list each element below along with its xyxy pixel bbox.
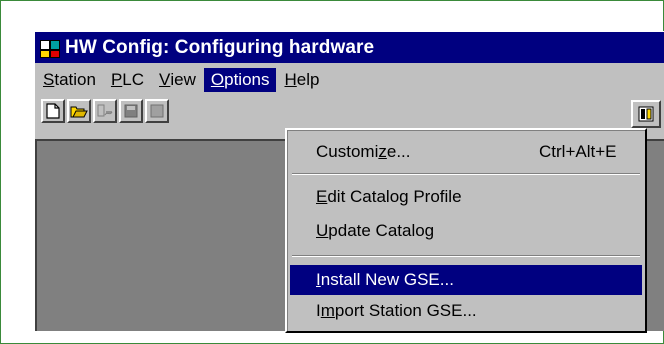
import-gse-label: port Station GSE... bbox=[334, 301, 477, 320]
update-catalog-label: pdate Catalog bbox=[328, 221, 435, 240]
accessible-nodes-button[interactable] bbox=[93, 99, 117, 123]
menu-bar: Station P LC View Options Help bbox=[35, 66, 664, 94]
customize-label-pre: Customi bbox=[316, 142, 379, 161]
hw-config-window: HW Config: Configuring hardware Station … bbox=[34, 31, 664, 333]
accessible-nodes-icon bbox=[97, 104, 113, 117]
menu-separator bbox=[292, 255, 640, 257]
menu-view-accel: V bbox=[159, 70, 171, 89]
save-icon bbox=[124, 104, 138, 118]
menu-view[interactable]: View bbox=[152, 68, 203, 92]
catalog-icon bbox=[638, 106, 654, 122]
customize-shortcut: Ctrl+Alt+E bbox=[539, 142, 617, 161]
window-title: HW Config: Configuring hardware bbox=[65, 36, 375, 58]
toolbar bbox=[39, 96, 659, 130]
menu-station-accel: S bbox=[43, 70, 55, 89]
menu-station[interactable]: Station bbox=[36, 68, 103, 92]
menu-help-label: elp bbox=[296, 70, 320, 89]
save-compile-button[interactable] bbox=[145, 99, 169, 123]
save-button[interactable] bbox=[119, 99, 143, 123]
menu-item-customize[interactable]: Customize... Ctrl+Alt+E bbox=[290, 137, 642, 167]
menu-view-label: iew bbox=[170, 70, 196, 89]
save-compile-icon bbox=[150, 104, 164, 118]
menu-item-install-new-gse[interactable]: Install New GSE... bbox=[290, 265, 642, 295]
menu-options[interactable]: Options bbox=[203, 68, 277, 92]
screenshot-frame: HW Config: Configuring hardware Station … bbox=[0, 0, 664, 344]
menu-plc-accel: P bbox=[110, 70, 123, 89]
menu-item-edit-catalog-profile[interactable]: Edit Catalog Profile bbox=[290, 182, 642, 212]
open-button[interactable] bbox=[67, 99, 91, 123]
customize-label-post: e... bbox=[386, 142, 411, 161]
menu-plc-label: LC bbox=[122, 70, 145, 89]
install-gse-label: nstall New GSE... bbox=[320, 270, 454, 289]
menu-help-accel: H bbox=[284, 70, 297, 89]
import-gse-accel: m bbox=[320, 301, 335, 320]
menu-separator bbox=[292, 173, 640, 175]
hw-config-app-icon bbox=[39, 37, 61, 59]
new-icon bbox=[46, 103, 60, 119]
menu-item-update-catalog[interactable]: Update Catalog bbox=[290, 216, 642, 246]
edit-catalog-label: dit Catalog Profile bbox=[327, 187, 462, 206]
menu-station-label: tation bbox=[54, 70, 96, 89]
menu-help[interactable]: Help bbox=[277, 68, 326, 92]
open-icon bbox=[70, 106, 88, 118]
menu-item-import-station-gse[interactable]: Import Station GSE... bbox=[290, 296, 642, 326]
options-dropdown-menu: Customize... Ctrl+Alt+E Edit Catalog Pro… bbox=[285, 128, 647, 333]
edit-catalog-accel: E bbox=[316, 187, 328, 206]
title-bar[interactable]: HW Config: Configuring hardware bbox=[35, 32, 664, 63]
update-catalog-accel: U bbox=[316, 221, 329, 240]
menu-options-accel: O bbox=[210, 70, 225, 89]
catalog-button[interactable] bbox=[631, 100, 661, 128]
new-button[interactable] bbox=[41, 99, 65, 123]
menu-options-label: ptions bbox=[224, 70, 270, 89]
menu-plc[interactable]: P LC bbox=[104, 68, 151, 92]
customize-accel: z bbox=[378, 142, 387, 161]
